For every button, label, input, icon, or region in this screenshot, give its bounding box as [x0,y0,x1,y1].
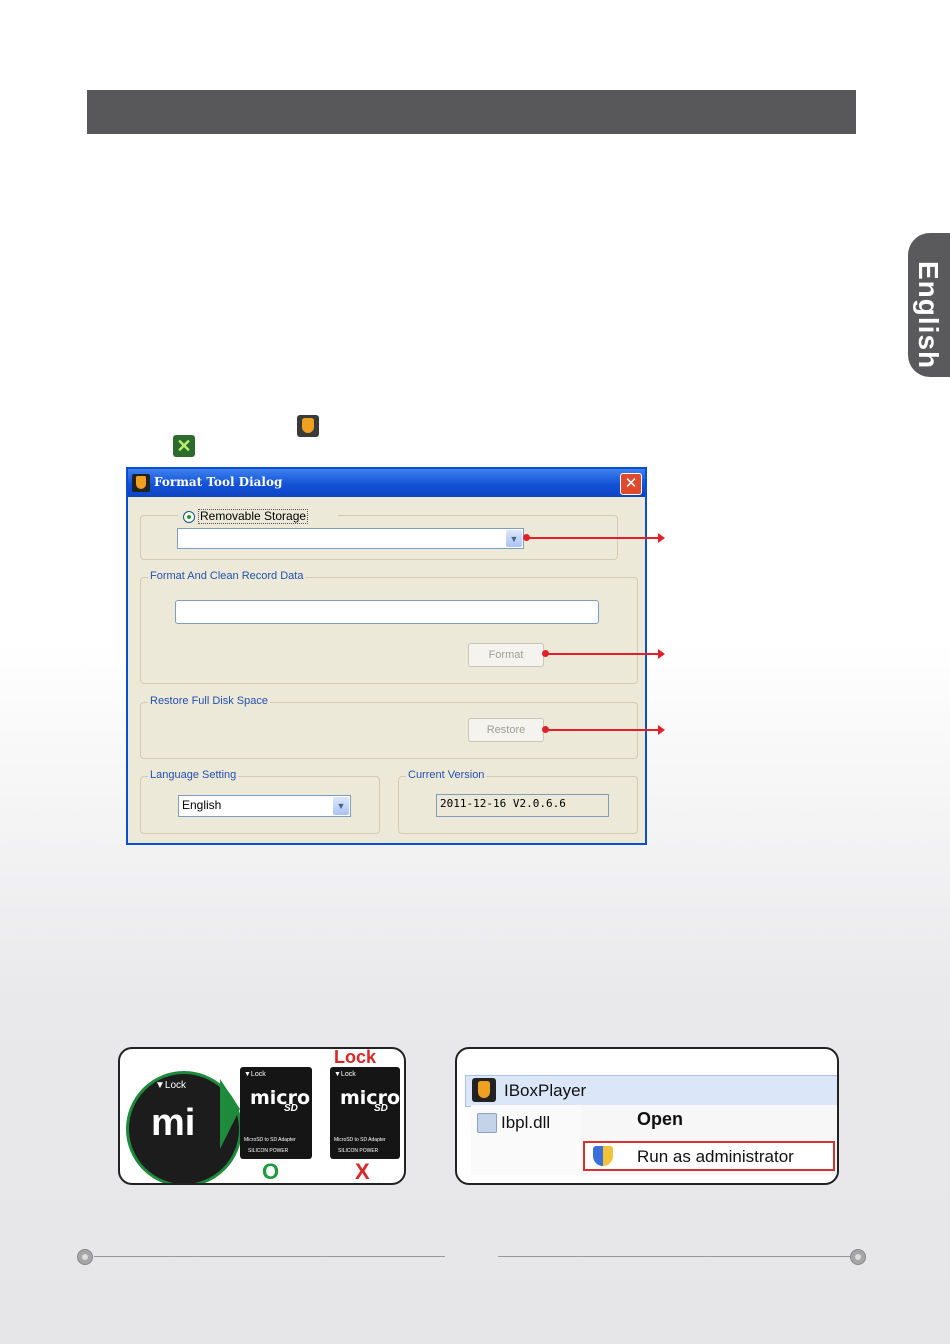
card-lock-label: ▼Lock [334,1071,356,1078]
uac-shield-icon [593,1146,613,1166]
card-sd-label: SD [374,1103,388,1114]
card-adapter-label: MicroSD to SD Adapter [244,1137,296,1143]
shield-app-icon [132,474,150,492]
menu-item-open[interactable]: Open [637,1109,683,1130]
format-tool-app-icon [297,415,319,437]
language-side-tab-label: English [913,261,944,370]
restore-button[interactable]: Restore [468,718,544,742]
sd-card-lock-image: ▼Lock mi ▼Lock micro SD MicroSD to SD Ad… [118,1047,406,1185]
card-brand-label: SILICON POWER [338,1148,379,1154]
menu-item-run-as-admin[interactable]: Run as administrator [583,1141,835,1171]
format-progress-field [175,600,599,624]
language-select[interactable]: English ▼ [178,795,351,817]
format-callout-arrow [542,649,665,659]
ng-mark: X [355,1159,370,1184]
language-group-label: Language Setting [148,769,239,781]
restore-callout-arrow [542,725,665,735]
card-lock-label: ▼Lock [244,1071,266,1078]
language-side-tab: English [908,233,950,377]
chevron-down-icon[interactable]: ▼ [506,530,522,547]
card-adapter-label: MicroSD to SD Adapter [334,1137,386,1143]
card-brand-label: SILICON POWER [248,1148,289,1154]
footer-ornament-left [77,1249,93,1265]
zoom-micro-label: mi [151,1102,196,1144]
dialog-title: Format Tool Dialog [154,475,283,489]
format-group: Format And Clean Record Data [140,570,638,684]
storage-device-select[interactable]: ▼ [177,528,524,549]
section-header-bar [87,90,856,134]
dll-file-icon [477,1113,497,1133]
zoom-connector [220,1079,240,1149]
card-sd-label: SD [284,1103,298,1114]
menu-app-row: IBoxPlayer [465,1075,837,1107]
format-button[interactable]: Format [468,643,544,667]
zoom-lock-label: ▼Lock [155,1080,187,1091]
ok-mark: O [262,1159,280,1184]
removable-storage-label: Removable Storage [198,509,309,524]
storage-callout-arrow [523,533,665,543]
close-button[interactable]: ✕ [620,473,642,495]
iboxplayer-label: IBoxPlayer [504,1081,587,1100]
card-micro-label: micro [250,1087,310,1109]
version-group-label: Current Version [406,769,487,781]
version-field: 2011-12-16 V2.0.6.6 [436,794,609,817]
run-as-admin-image: IBoxPlayer Ibpl.dll Open Run as administ… [455,1047,839,1185]
sd-adapter-locked: ▼Lock micro SD MicroSD to SD Adapter SIL… [330,1067,400,1159]
dll-file-label: Ibpl.dll [501,1113,551,1132]
run-as-admin-label: Run as administrator [637,1147,794,1166]
chevron-down-icon[interactable]: ▼ [333,797,349,815]
iboxplayer-icon [472,1078,496,1102]
removable-storage-radio[interactable] [183,511,195,523]
excel-icon: ✕ [173,435,195,457]
menu-file-list: Ibpl.dll [471,1105,582,1175]
footer-ornament-right [850,1249,866,1265]
footer-line-left [94,1256,445,1257]
footer-line-right [498,1256,850,1257]
sd-adapter-unlocked: ▼Lock micro SD MicroSD to SD Adapter SIL… [240,1067,312,1159]
card-micro-label: micro [340,1087,400,1109]
restore-group-label: Restore Full Disk Space [148,695,270,707]
context-menu: Open Run as administrator [581,1105,837,1175]
language-select-value: English [182,798,222,812]
dialog-titlebar: Format Tool Dialog ✕ [128,469,645,497]
format-group-label: Format And Clean Record Data [148,570,306,582]
lock-heading: Lock [334,1047,377,1067]
